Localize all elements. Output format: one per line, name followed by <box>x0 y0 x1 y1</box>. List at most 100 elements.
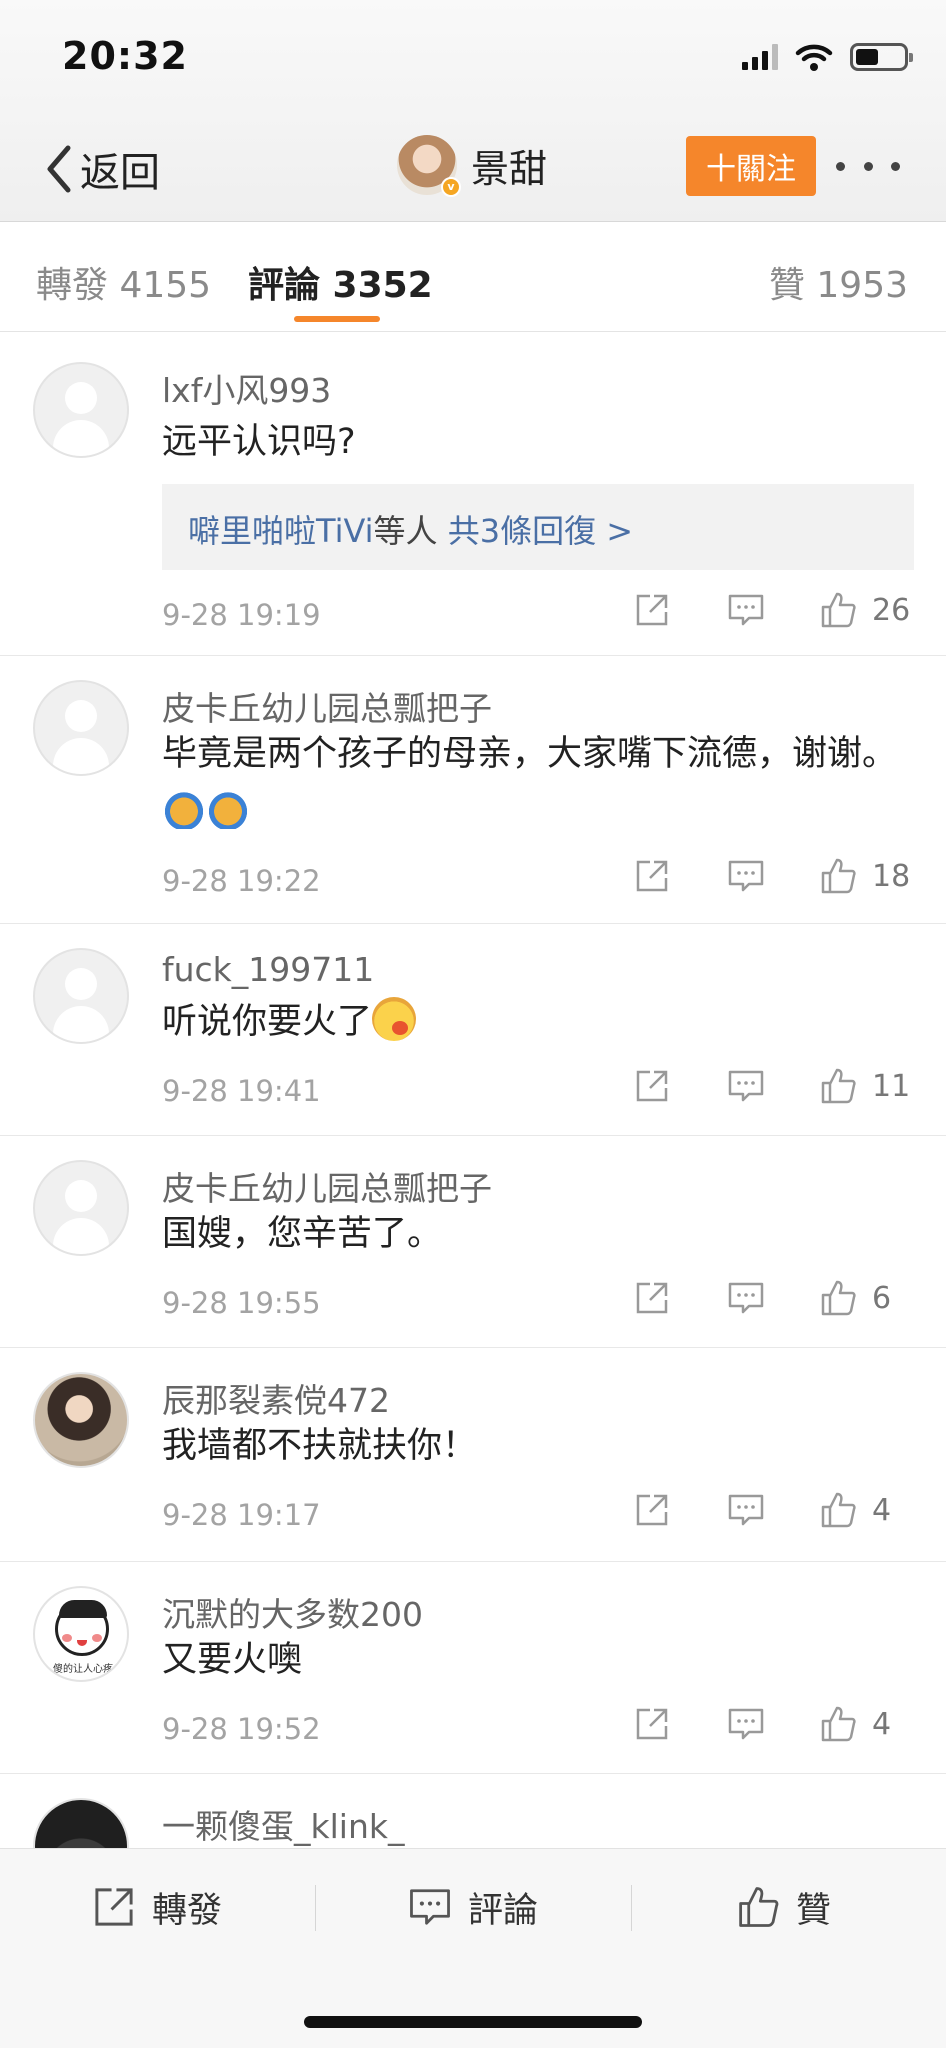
more-options-button[interactable] <box>836 146 900 186</box>
comment-item: 傻的让人心疼 沉默的大多数200 又要火噢 9-28 19:52 4 <box>0 1562 946 1774</box>
like-icon[interactable] <box>818 590 858 630</box>
like-icon[interactable] <box>818 856 858 896</box>
cellular-signal-icon <box>742 44 778 70</box>
back-label: 返回 <box>80 150 160 196</box>
comment-text: 国嫂，您辛苦了。 <box>162 1214 443 1254</box>
user-avatar[interactable] <box>33 362 129 458</box>
comment-timestamp: 9-28 19:17 <box>162 1498 321 1532</box>
comment-username[interactable]: 皮卡丘幼儿园总瓢把子 <box>162 682 492 730</box>
tab-likes[interactable]: 贊 1953 <box>769 256 908 308</box>
divider <box>315 1885 316 1931</box>
comment-text-body: 毕竟是两个孩子的母亲，大家嘴下流德，谢谢。 <box>162 734 898 774</box>
comment-item: 皮卡丘幼儿园总瓢把子 国嫂，您辛苦了。 9-28 19:55 6 <box>0 1136 946 1348</box>
top-header: 20:32 返回 v 景甜 十關注 <box>0 0 946 222</box>
comment-icon[interactable] <box>726 856 766 896</box>
user-avatar[interactable] <box>33 1372 129 1468</box>
repost-icon[interactable] <box>632 1066 672 1106</box>
comment-text: 毕竟是两个孩子的母亲，大家嘴下流德，谢谢。 <box>162 726 902 838</box>
repost-icon[interactable] <box>632 1704 672 1744</box>
wifi-icon <box>795 44 833 71</box>
comment-icon[interactable] <box>726 1066 766 1106</box>
blushing-emoji <box>372 997 417 1041</box>
comment-timestamp: 9-28 19:55 <box>162 1286 321 1320</box>
comment-button[interactable]: 評論 <box>408 1877 538 1937</box>
comment-item: 辰那裂素傥472 我墙都不扶就扶你！ 9-28 19:17 4 <box>0 1348 946 1562</box>
comment-text-body: 听说你要火了 <box>162 1002 373 1042</box>
comment-icon[interactable] <box>726 1490 766 1530</box>
profile-name: 景甜 <box>471 146 548 191</box>
comment-username[interactable]: lxf小风993 <box>162 364 331 412</box>
repost-button[interactable]: 轉發 <box>92 1877 222 1937</box>
comment-username[interactable]: fuck_199711 <box>162 950 374 989</box>
profile-avatar[interactable]: v <box>397 135 461 197</box>
like-button[interactable]: 贊 <box>736 1877 831 1937</box>
comment-actions: 18 <box>632 856 912 896</box>
back-button[interactable]: 返回 <box>44 140 160 198</box>
divider <box>631 1885 632 1931</box>
like-icon <box>739 1887 779 1927</box>
like-count: 26 <box>872 592 911 628</box>
like-count: 18 <box>872 858 911 894</box>
like-icon[interactable] <box>818 1066 858 1106</box>
like-icon[interactable] <box>818 1490 858 1530</box>
comment-text: 我墙都不扶就扶你！ <box>162 1426 478 1466</box>
comment-icon[interactable] <box>726 1704 766 1744</box>
comment-icon[interactable] <box>726 1278 766 1318</box>
reply-connector: 等人 <box>373 512 448 550</box>
like-count: 4 <box>872 1492 892 1528</box>
repost-icon[interactable] <box>632 856 672 896</box>
active-tab-indicator <box>294 316 380 322</box>
comment-item: lxf小风993 远平认识吗? 噼里啪啦TiVi等人 共3條回復 > 9-28 … <box>0 334 946 656</box>
follow-button[interactable]: 十關注 <box>686 136 816 196</box>
comment-timestamp: 9-28 19:52 <box>162 1712 321 1746</box>
like-icon[interactable] <box>818 1278 858 1318</box>
chevron-left-icon <box>47 145 71 193</box>
repost-icon <box>95 1888 133 1926</box>
replies-summary: 噼里啪啦TiVi等人 共3條回復 > <box>188 506 633 552</box>
avatar-caption: 傻的让人心疼 <box>53 1664 113 1675</box>
user-avatar[interactable] <box>33 948 129 1044</box>
comment-text: 远平认识吗? <box>162 422 356 462</box>
like-icon[interactable] <box>818 1704 858 1744</box>
comment-actions: 26 <box>632 590 912 630</box>
comment-label: 評論 <box>468 1890 539 1931</box>
like-count: 11 <box>872 1068 911 1104</box>
replies-preview[interactable]: 噼里啪啦TiVi等人 共3條回復 > <box>162 484 914 570</box>
reply-username[interactable]: 噼里啪啦TiVi <box>188 512 374 550</box>
repost-icon[interactable] <box>632 590 672 630</box>
battery-icon <box>850 43 913 71</box>
profile-header[interactable]: v 景甜 <box>397 135 548 197</box>
comment-text: 听说你要火了 <box>162 994 902 1050</box>
like-count: 6 <box>872 1280 892 1316</box>
user-avatar[interactable] <box>33 1798 129 1848</box>
status-time: 20:32 <box>62 34 188 78</box>
comment-icon[interactable] <box>726 590 766 630</box>
comment-actions: 4 <box>632 1490 912 1530</box>
comment-username[interactable]: 沉默的大多数200 <box>162 1588 423 1636</box>
comment-text: 又要火噢 <box>162 1640 303 1680</box>
comment-actions: 11 <box>632 1066 912 1106</box>
comment-list[interactable]: lxf小风993 远平认识吗? 噼里啪啦TiVi等人 共3條回復 > 9-28 … <box>0 334 946 1848</box>
comment-icon <box>410 1889 450 1925</box>
user-avatar[interactable] <box>33 1160 129 1256</box>
comment-timestamp: 9-28 19:19 <box>162 598 321 632</box>
comment-username[interactable]: 辰那裂素傥472 <box>162 1374 390 1422</box>
comment-actions: 6 <box>632 1278 912 1318</box>
comment-username[interactable]: 皮卡丘幼儿园总瓢把子 <box>162 1162 492 1210</box>
dot-icon <box>863 161 873 171</box>
user-avatar[interactable] <box>33 680 129 776</box>
like-label: 贊 <box>796 1890 832 1931</box>
user-avatar[interactable]: 傻的让人心疼 <box>33 1586 129 1682</box>
home-indicator[interactable] <box>304 2016 642 2028</box>
tab-comments[interactable]: 評論 3352 <box>248 256 433 308</box>
comment-username[interactable]: 一颗傻蛋_klink_ <box>162 1800 404 1848</box>
reply-count-link[interactable]: 共3條回復 > <box>448 512 633 550</box>
comment-item: fuck_199711 听说你要火了 9-28 19:41 11 <box>0 924 946 1136</box>
like-count: 4 <box>872 1706 892 1742</box>
repost-icon[interactable] <box>632 1490 672 1530</box>
folded-hands-emoji <box>206 785 250 829</box>
tab-reposts[interactable]: 轉發 4155 <box>36 256 211 308</box>
dot-icon <box>836 161 845 171</box>
dot-icon <box>891 161 900 171</box>
repost-icon[interactable] <box>632 1278 672 1318</box>
